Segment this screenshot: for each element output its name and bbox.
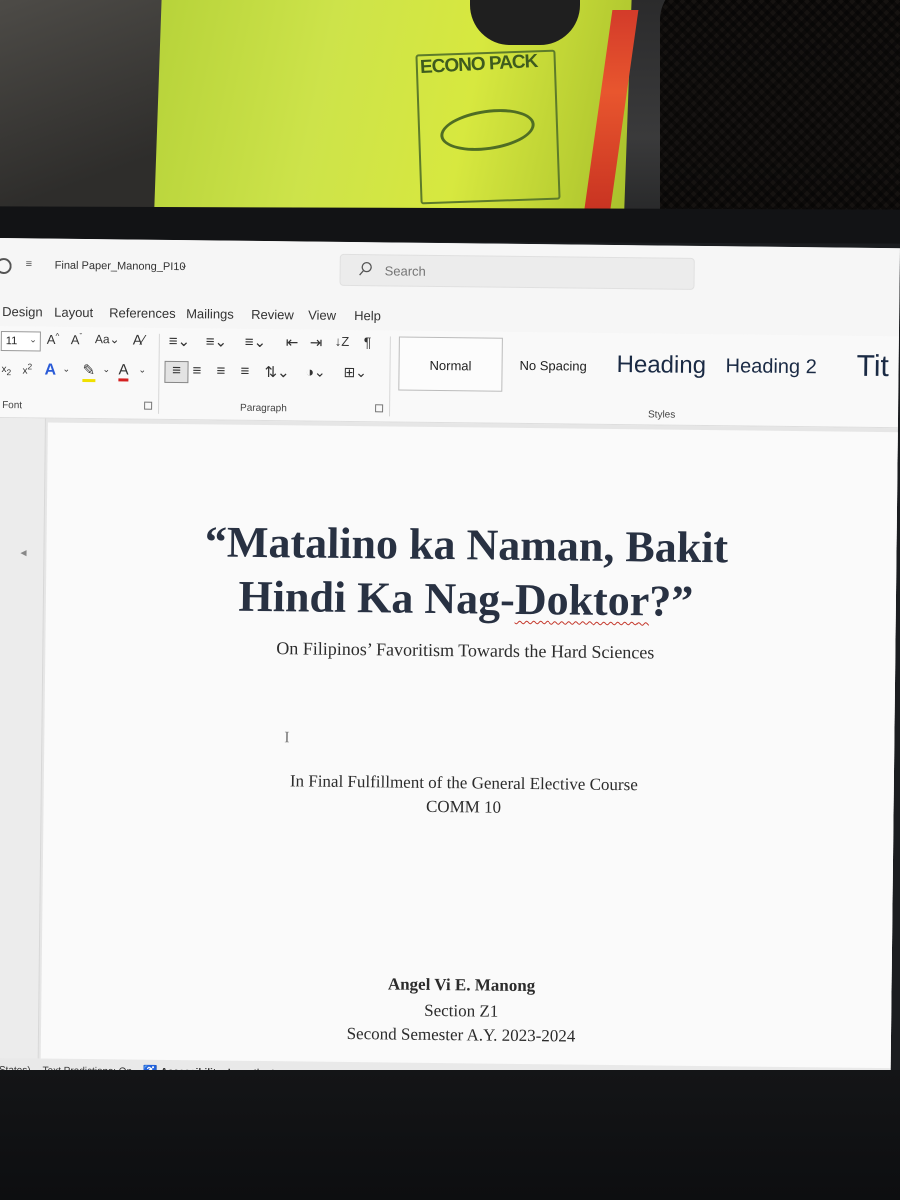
increase-indent-icon[interactable]: ⇥ (310, 334, 323, 352)
grow-font-icon[interactable]: A^ (47, 332, 60, 347)
chevron-down-icon[interactable]: ⌄ (62, 364, 70, 375)
divider (389, 336, 391, 417)
tab-help[interactable]: Help (354, 308, 381, 323)
author-name: Angel Vi E. Manong (387, 974, 536, 996)
document-area: ◀ “Matalino ka Naman, Bakit Hindi Ka Nag… (0, 417, 900, 1089)
style-no-spacing[interactable]: No Spacing (520, 358, 587, 374)
monitor-bezel-bottom (0, 1070, 900, 1200)
multilevel-list-icon[interactable]: ≡⌄ (245, 333, 267, 351)
bullets-icon[interactable]: ≡⌄ (169, 332, 191, 350)
tab-mailings[interactable]: Mailings (186, 306, 234, 322)
monitor-bezel-top (0, 206, 900, 244)
document-title[interactable]: Final Paper_Manong_PI10 (55, 260, 186, 273)
shading-icon[interactable]: ◑⌄ (305, 363, 325, 380)
font-size-value: 11 (5, 335, 18, 348)
styles-group-label: Styles (647, 409, 676, 421)
numbering-icon[interactable]: ≡⌄ (206, 332, 228, 350)
decrease-indent-icon[interactable]: ⇤ (286, 333, 299, 351)
semester-line: Second Semester A.Y. 2023-2024 (346, 1023, 576, 1046)
tab-references[interactable]: References (109, 305, 176, 321)
show-formatting-icon[interactable]: ¶ (364, 334, 372, 350)
align-right-icon[interactable]: ≡ (216, 362, 225, 379)
desk-fan-grille (660, 0, 900, 225)
title-line-2-part-a: Hindi Ka Nag- (238, 571, 516, 624)
paragraph-group-label: Paragraph (240, 402, 287, 415)
word-window: ≡ Final Paper_Manong_PI10 ⌄ Design Layou… (0, 238, 900, 1089)
vertical-ruler: ◀ (0, 417, 46, 1059)
background-photo: ECONO PACK (0, 0, 900, 230)
subscript-icon[interactable]: x2 (1, 364, 11, 377)
search-icon (359, 262, 372, 276)
tab-review[interactable]: Review (251, 307, 294, 322)
sort-icon[interactable]: ↓Z (335, 334, 350, 349)
line-spacing-icon[interactable]: ⇅⌄ (264, 363, 289, 381)
redo-icon[interactable] (0, 257, 12, 275)
style-heading[interactable]: Heading (616, 351, 706, 380)
title-bar: ≡ Final Paper_Manong_PI10 ⌄ (0, 238, 900, 307)
style-normal-label: Normal (429, 357, 472, 374)
chevron-down-icon: ⌄ (29, 334, 37, 345)
title-line-2: Hindi Ka Nag-Doktor?” (46, 569, 887, 630)
ruler-marker-icon: ◀ (20, 548, 27, 558)
document-page[interactable]: “Matalino ka Naman, Bakit Hindi Ka Nag-D… (40, 422, 900, 1089)
text-cursor-icon: I (284, 729, 290, 747)
text-effects-icon[interactable]: A (44, 362, 56, 380)
course-code: COMM 10 (425, 796, 502, 817)
chevron-down-icon[interactable]: ⌄ (180, 260, 189, 271)
change-case-icon[interactable]: Aa⌄ (95, 332, 120, 346)
search-input[interactable] (384, 263, 665, 282)
font-dialog-launcher-icon[interactable] (144, 401, 153, 410)
subtitle: On Filipinos’ Favoritism Towards the Har… (276, 638, 655, 663)
align-left-icon[interactable]: ≡ (164, 360, 189, 384)
justify-icon[interactable]: ≡ (240, 363, 249, 380)
align-center-icon[interactable]: ≡ (192, 362, 201, 379)
quick-access-chevron-icon[interactable]: ≡ (26, 258, 33, 270)
style-title[interactable]: Tit (856, 350, 889, 384)
misspelled-word[interactable]: Doktor (515, 575, 650, 626)
shrink-font-icon[interactable]: Aˇ (71, 332, 83, 347)
style-heading-2[interactable]: Heading 2 (725, 355, 816, 379)
search-box[interactable] (339, 253, 695, 290)
superscript-icon[interactable]: x2 (22, 361, 32, 376)
font-size-select[interactable]: 11 ⌄ (0, 331, 41, 352)
clear-formatting-icon[interactable]: A⁄ (133, 332, 145, 348)
tab-view[interactable]: View (308, 308, 336, 323)
highlight-icon[interactable]: ✎ (82, 360, 96, 383)
chevron-down-icon[interactable]: ⌄ (102, 364, 110, 375)
style-normal[interactable]: Normal (398, 336, 503, 392)
title-line-1: “Matalino ka Naman, Bakit (204, 517, 729, 573)
font-group-label: Font (2, 400, 23, 412)
title-line-2-part-c: ?” (649, 576, 694, 626)
paragraph-dialog-launcher-icon[interactable] (375, 404, 384, 413)
borders-icon[interactable]: ⊞⌄ (343, 364, 367, 381)
font-color-icon[interactable]: A (118, 361, 129, 382)
tab-design[interactable]: Design (2, 304, 43, 319)
chevron-down-icon[interactable]: ⌄ (138, 365, 146, 376)
tab-layout[interactable]: Layout (54, 305, 93, 320)
ribbon: 11 ⌄ A^ Aˇ Aa⌄ A⁄ x2 x2 A ⌄ ✎ ⌄ A ⌄ Font… (0, 325, 899, 429)
divider (158, 333, 160, 414)
